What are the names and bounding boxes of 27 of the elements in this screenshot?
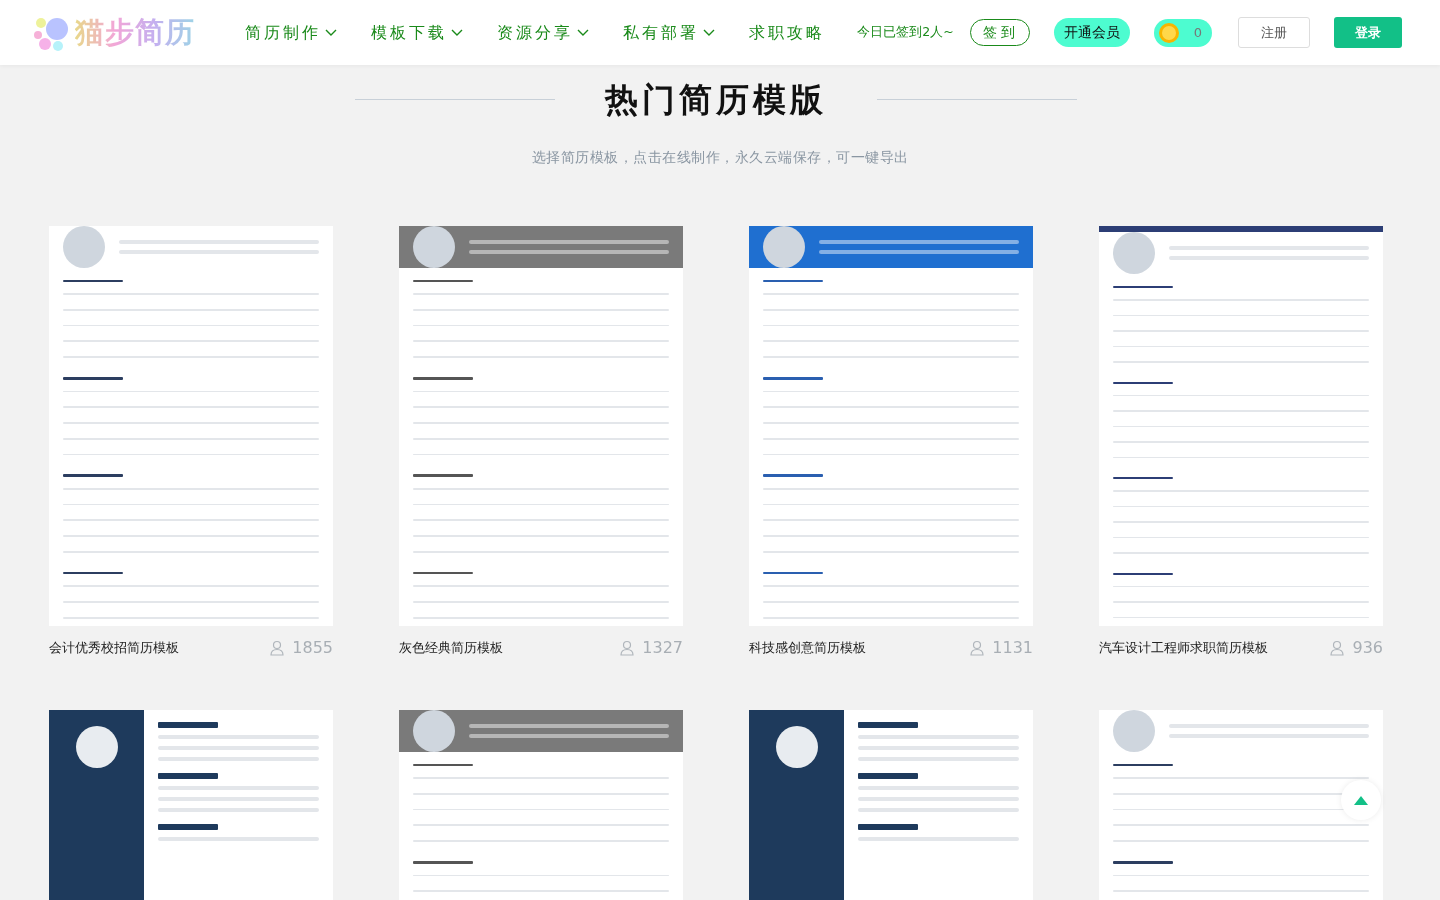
nav-link[interactable]: 模板下载	[371, 20, 463, 45]
user-icon	[970, 639, 985, 656]
view-count: 936	[1352, 636, 1383, 659]
view-count: 1855	[292, 636, 333, 659]
section-subtitle: 选择简历模板，点击在线制作，永久云端保存，可一键导出	[530, 147, 910, 167]
template-name[interactable]: 科技感创意简历模板	[749, 637, 866, 658]
template-name[interactable]: 灰色经典简历模板	[399, 637, 503, 658]
user-icon	[620, 639, 635, 656]
resume-preview-drawing[interactable]	[749, 225, 1033, 626]
view-count: 1131	[992, 636, 1033, 659]
nav-link[interactable]: 简历制作	[245, 20, 337, 45]
view-count: 1327	[642, 636, 683, 659]
section-title: 热门简历模版	[605, 79, 827, 121]
template-name[interactable]: 会计优秀校招简历模板	[49, 637, 179, 658]
user-icon	[270, 639, 285, 656]
coin-icon	[1157, 21, 1180, 44]
user-icon	[1330, 639, 1345, 656]
register-button[interactable]: 注册	[1238, 16, 1310, 49]
nav-link[interactable]: 私有部署	[623, 20, 715, 45]
up-triangle-icon	[1354, 795, 1368, 805]
vip-button[interactable]: 开通会员	[1053, 18, 1130, 47]
checkin-note: 今日已签到2人~	[857, 23, 954, 42]
checkin-button[interactable]: 签到	[969, 19, 1030, 46]
template-name[interactable]: 汽车设计工程师求职简历模板	[1099, 637, 1268, 658]
nav-link[interactable]: 求职攻略	[749, 20, 825, 45]
nav-link[interactable]: 资源分享	[497, 20, 589, 45]
coin-balance[interactable]: 0	[1153, 18, 1212, 47]
